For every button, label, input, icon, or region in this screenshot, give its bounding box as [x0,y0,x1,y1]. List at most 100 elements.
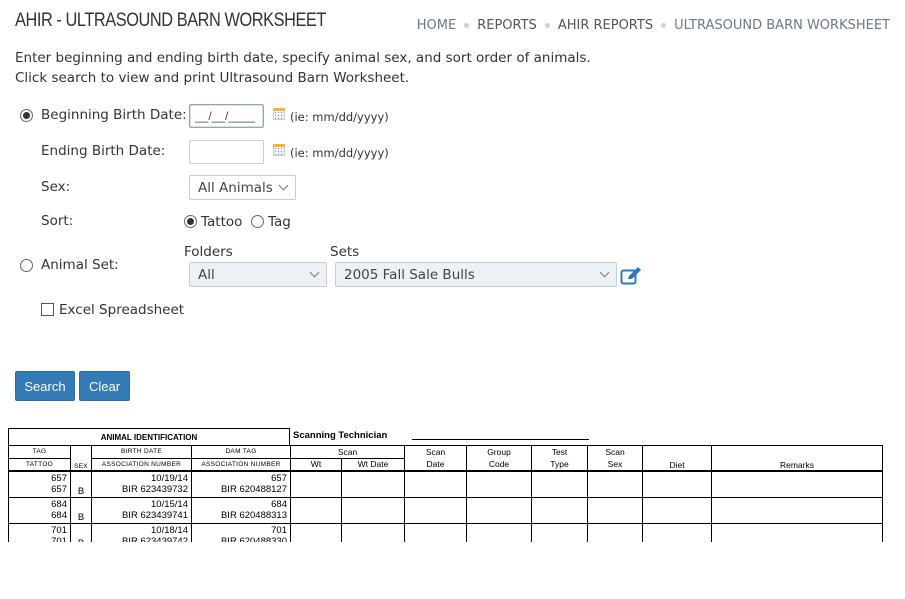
birth-date-assoc-cell: 10/15/14 BIR 623439741 [91,496,192,524]
beginning-birth-date-label: Beginning Birth Date: [41,107,187,123]
wt-date-cell [341,496,405,524]
remarks-cell [711,470,883,498]
excel-spreadsheet-label[interactable]: Excel Spreadsheet [59,302,184,318]
worksheet-row: 684 684 B 10/15/14 BIR 623439741 684 BIR 62048… [8,496,883,524]
dam-tag-assoc-cell: 701 BIR 620488330 [191,522,291,542]
folders-select[interactable]: All [189,262,327,287]
group-code-cell [466,470,532,498]
wt-cell [290,522,342,542]
col-scan-date: Scan Date [404,445,467,472]
wt-date-cell [341,470,405,498]
col-group-code: Group Code [466,445,532,472]
birth-date-assoc-cell: 10/19/14 BIR 623439732 [91,470,192,498]
tag-tattoo-cell: 657 657 [8,470,71,498]
dam-tag-assoc-cell: 657 BIR 620488127 [191,470,291,498]
scan-date-cell [404,470,467,498]
breadcrumb-ahir-reports[interactable]: AHIR REPORTS [558,18,653,33]
col-diet: Diet [642,445,712,472]
sets-select-value: 2005 Fall Sale Bulls [344,266,475,283]
breadcrumb-home[interactable]: HOME [417,18,456,33]
instructions-line-2: Click search to view and print Ultrasoun… [15,70,410,86]
chevron-down-icon [278,180,289,191]
remarks-cell [711,522,883,542]
beginning-birth-date-input[interactable] [189,104,264,128]
wt-date-cell [341,522,405,542]
instructions-line-1: Enter beginning and ending birth date, s… [15,50,591,66]
instructions: Enter beginning and ending birth date, s… [15,48,591,88]
scan-sex-cell [587,470,643,498]
test-type-cell [531,522,588,542]
sex-select-value: All Animals [198,179,273,196]
birth-date-mode-radio[interactable] [20,109,33,122]
col-wt-date: Wt Date [341,457,405,472]
date-format-hint: (ie: mm/dd/yyyy) [290,146,389,160]
animal-set-mode-radio[interactable] [20,259,33,272]
col-wt: Wt [290,457,342,472]
breadcrumb-current: ULTRASOUND BARN WORKSHEET [674,18,890,33]
tag-tattoo-cell: 701 701 [8,522,71,542]
ending-birth-date-label: Ending Birth Date: [41,143,166,159]
group-code-cell [466,496,532,524]
breadcrumb-reports[interactable]: REPORTS [477,18,537,33]
search-button[interactable]: Search [15,371,75,401]
sort-tattoo-radio[interactable] [184,215,197,228]
dam-tag-assoc-cell: 684 BIR 620488313 [191,496,291,524]
breadcrumb-separator [661,23,667,28]
animal-id-header: ANIMAL IDENTIFICATION [8,428,290,446]
diet-cell [642,522,712,542]
calendar-icon[interactable] [273,108,285,120]
col-birth-date: BIRTH DATE [91,445,192,459]
wt-cell [290,470,342,498]
col-scan-sex: Scan Sex [587,445,643,472]
tag-tattoo-cell: 684 684 [8,496,71,524]
col-dam-association-number: ASSOCIATION NUMBER [191,457,291,472]
remarks-cell [711,496,883,524]
animal-set-label: Animal Set: [41,257,119,273]
sex-label: Sex: [41,179,71,195]
sex-cell: B [70,522,92,542]
col-remarks: Remarks [711,445,883,472]
col-scan: Scan [290,445,405,459]
sort-tag-radio[interactable] [251,215,264,228]
chevron-down-icon [599,267,610,278]
folders-select-value: All [198,266,215,283]
clear-button[interactable]: Clear [79,371,130,401]
ending-birth-date-input[interactable] [189,140,264,164]
worksheet-row: 701701B10/18/14BIR 623439742701BIR 62048… [8,522,883,542]
breadcrumb-separator [544,23,550,28]
col-tattoo: TATTOO [8,457,71,472]
test-type-cell [531,470,588,498]
test-type-cell [531,496,588,524]
folders-label: Folders [184,244,233,260]
sets-select[interactable]: 2005 Fall Sale Bulls [335,262,617,287]
excel-spreadsheet-checkbox[interactable] [41,303,54,316]
animal-id-header-table: ANIMAL IDENTIFICATION [8,428,290,446]
scanning-technician-label: Scanning Technician [293,430,388,441]
chevron-down-icon [309,267,320,278]
breadcrumb: HOME REPORTS AHIR REPORTS ULTRASOUND BAR… [417,18,890,33]
calendar-icon[interactable] [273,144,285,156]
diet-cell [642,470,712,498]
sort-label: Sort: [41,213,74,229]
group-code-cell [466,522,532,542]
col-association-number: ASSOCIATION NUMBER [91,457,192,472]
breadcrumb-separator [464,23,470,28]
edit-icon[interactable] [620,266,642,286]
page-title: AHIR - ULTRASOUND BARN WORKSHEET [15,10,326,31]
scan-date-cell [404,496,467,524]
col-test-type: Test Type [531,445,588,472]
diet-cell [642,496,712,524]
scan-date-cell [404,522,467,542]
worksheet-preview: ANIMAL IDENTIFICATION Scanning Technicia… [8,427,883,542]
sex-select[interactable]: All Animals [189,175,296,200]
birth-date-assoc-cell: 10/18/14 BIR 623439742 [91,522,192,542]
col-tag: TAG [8,445,71,459]
sort-tattoo-label[interactable]: Tattoo [201,214,242,230]
col-sex: SEX [70,445,92,472]
scan-sex-cell [587,496,643,524]
worksheet-table: TAG SEX BIRTH DATE DAM TAG Scan Scan Date… [8,445,883,542]
date-format-hint: (ie: mm/dd/yyyy) [290,110,389,124]
sort-tag-label[interactable]: Tag [268,214,291,230]
sex-cell: B [70,496,92,524]
worksheet-row: 657 657 B 10/19/14 BIR 623439732 657 BIR 62048… [8,470,883,498]
